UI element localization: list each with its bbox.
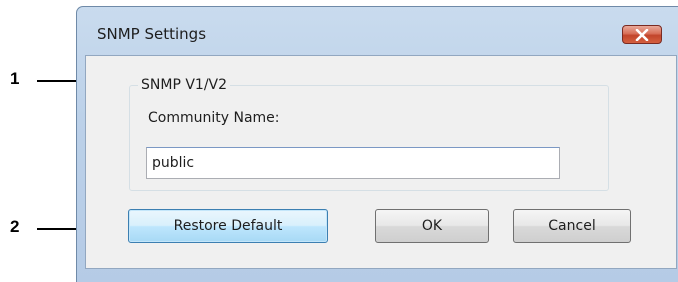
close-button[interactable] bbox=[622, 25, 662, 44]
snmp-settings-dialog: SNMP Settings SNMP V1/V2 Community Name:… bbox=[76, 6, 678, 282]
dialog-title: SNMP Settings bbox=[97, 25, 207, 43]
cancel-button[interactable]: Cancel bbox=[513, 209, 631, 243]
ok-button[interactable]: OK bbox=[375, 209, 489, 243]
community-name-input[interactable] bbox=[146, 147, 560, 179]
callout-number-1: 1 bbox=[10, 69, 20, 88]
callout-number-2: 2 bbox=[10, 217, 20, 236]
restore-default-button[interactable]: Restore Default bbox=[128, 209, 328, 243]
close-icon bbox=[635, 28, 649, 41]
group-label: SNMP V1/V2 bbox=[138, 77, 231, 93]
dialog-content: SNMP V1/V2 Community Name: Restore Defau… bbox=[85, 55, 677, 269]
community-name-label: Community Name: bbox=[148, 110, 280, 126]
